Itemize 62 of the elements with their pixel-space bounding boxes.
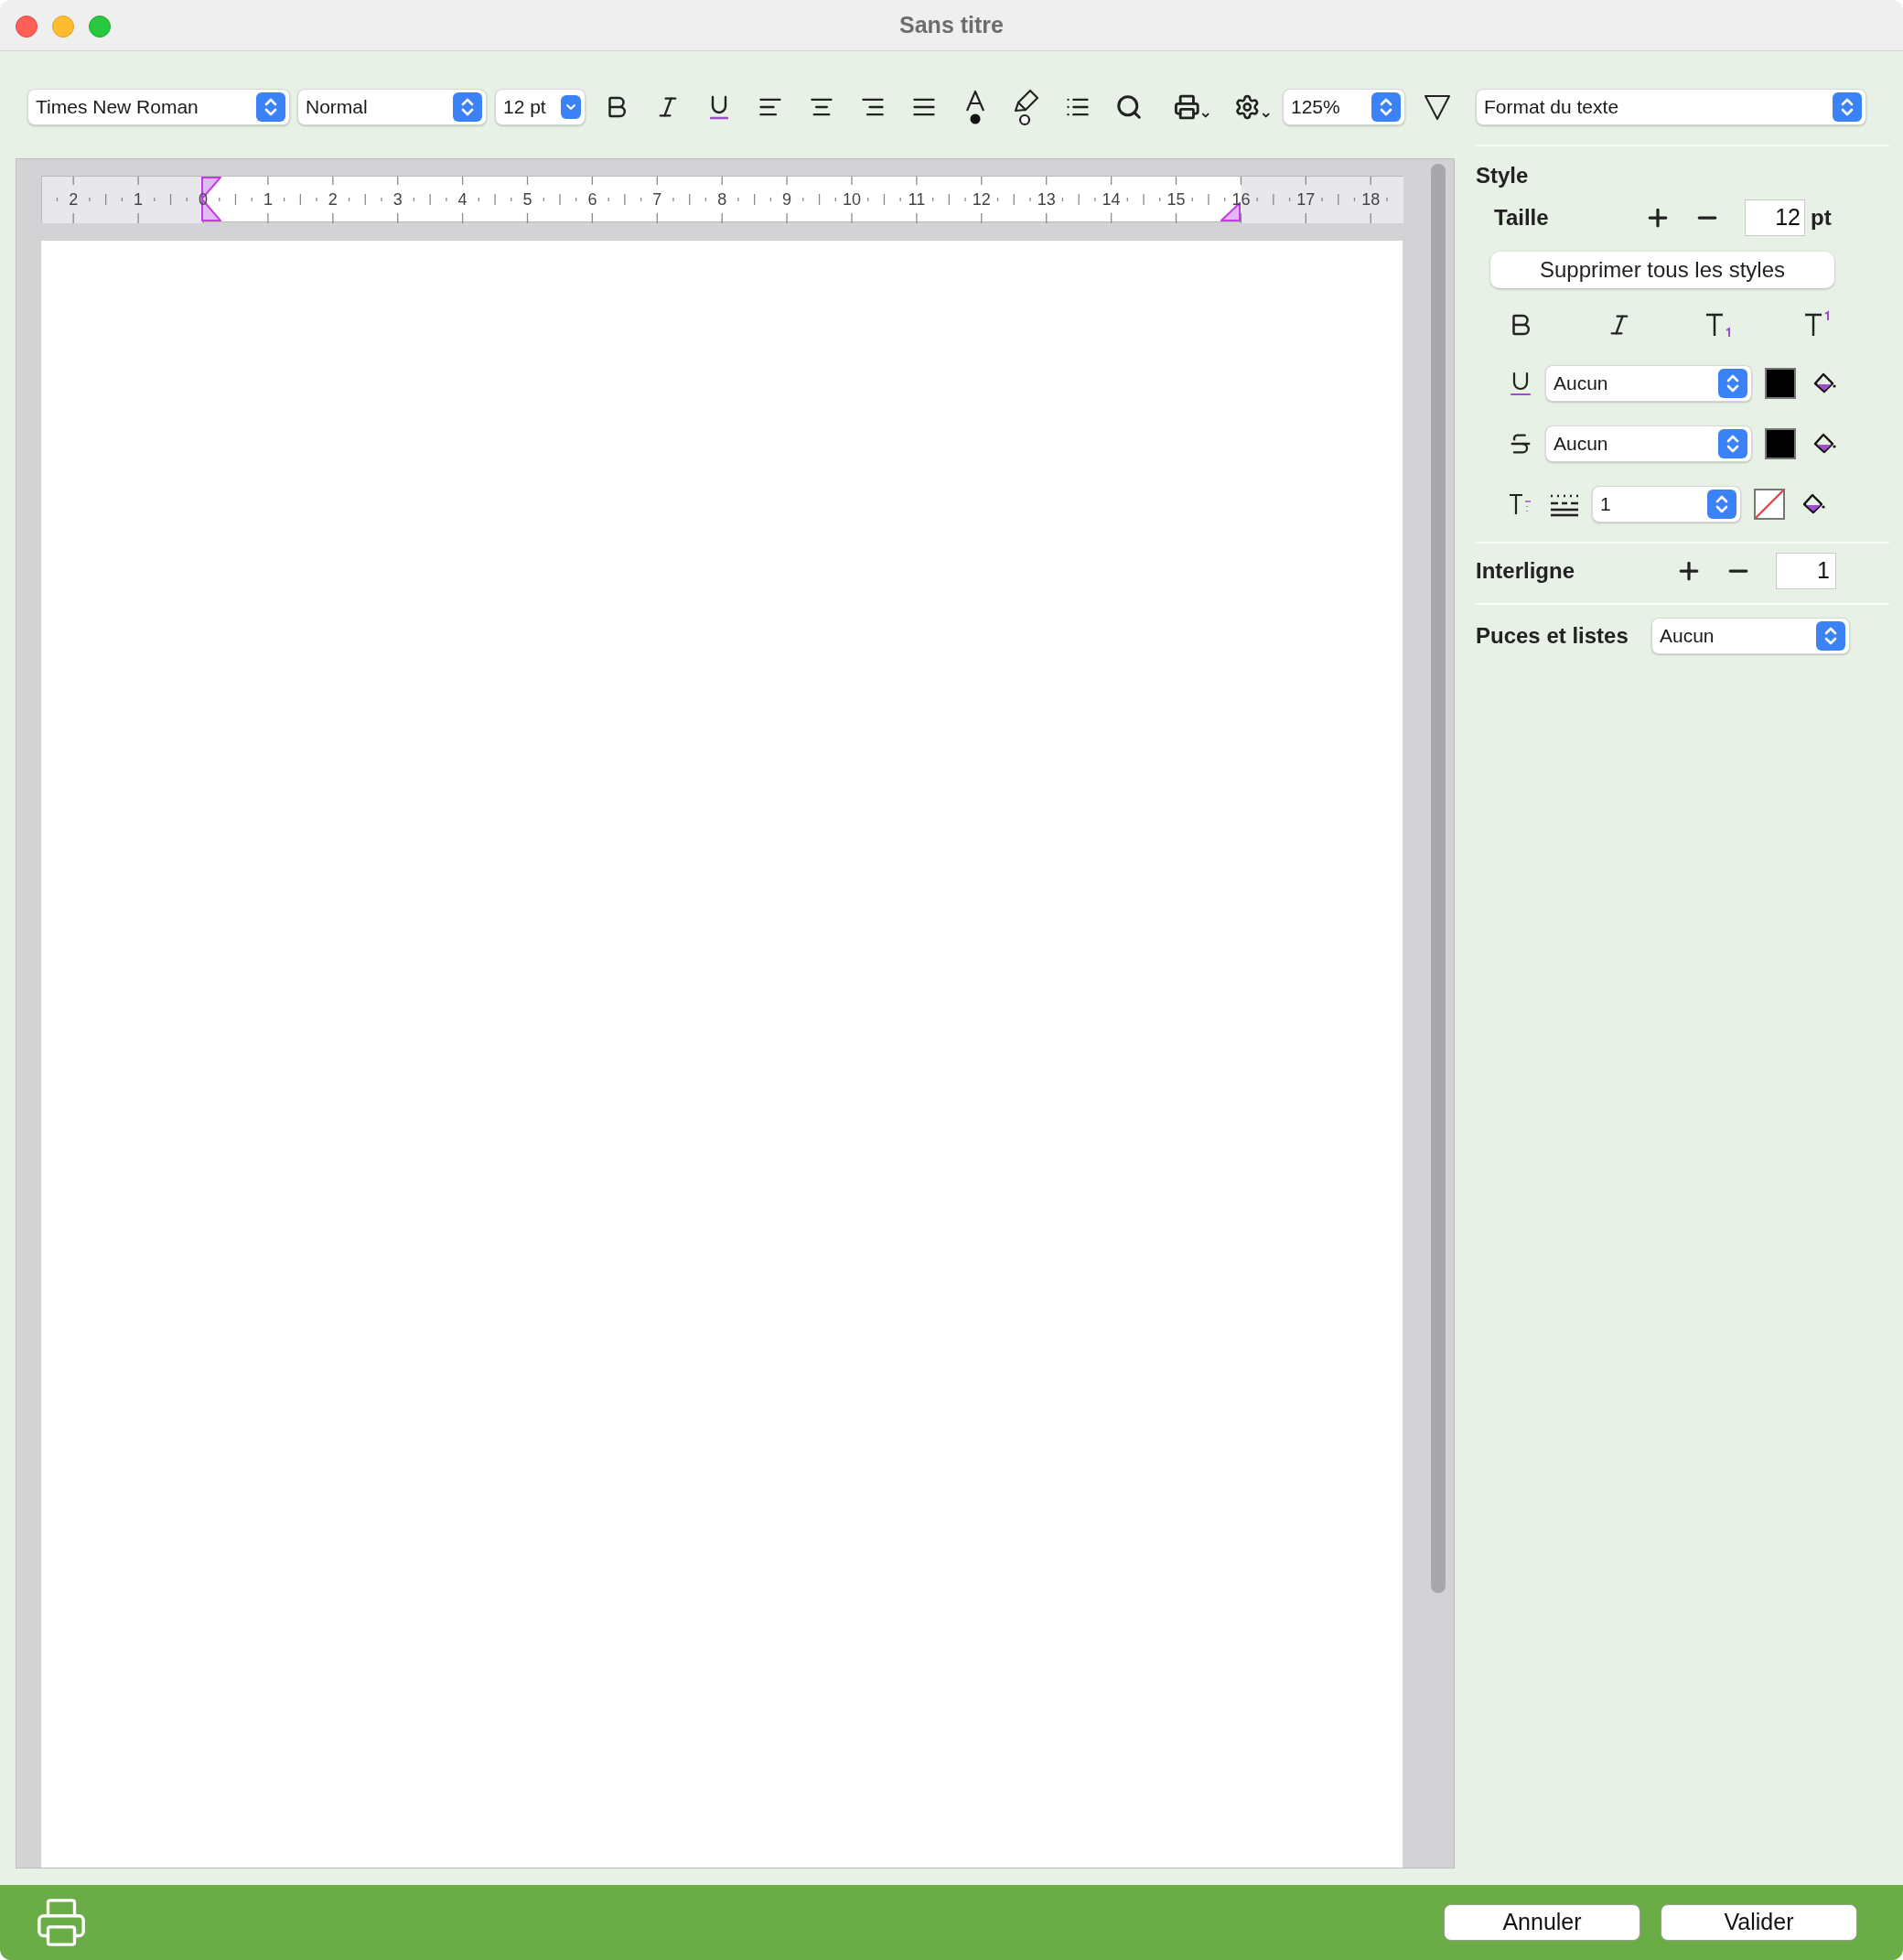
dialog-button[interactable]: Valider (1661, 1904, 1857, 1941)
dialog-button[interactable]: Annuler (1444, 1904, 1640, 1941)
ruler-number: 14 (1102, 189, 1121, 210)
unit-label: pt (1811, 204, 1832, 232)
color-swatch[interactable] (1754, 489, 1785, 520)
paint-bucket-icon[interactable] (1812, 372, 1836, 395)
ruler-number: 10 (843, 189, 861, 210)
highlighter-icon[interactable] (1013, 88, 1040, 126)
chevron-icon (1816, 621, 1845, 651)
ruler-number: 4 (457, 189, 468, 210)
close-button[interactable] (16, 16, 38, 38)
window-title: Sans titre (899, 10, 1004, 39)
size-label: Taille (1494, 204, 1550, 232)
bullets-select[interactable]: Aucun (1651, 618, 1850, 654)
ruler-number: 9 (782, 189, 792, 210)
ruler-number: 11 (908, 189, 926, 210)
chevron-icon (1371, 92, 1401, 122)
clear-styles-button[interactable]: Supprimer tous les styles (1490, 252, 1834, 288)
ruler-number: 1 (134, 189, 144, 210)
scrollbar[interactable] (1431, 164, 1446, 1593)
zoom-select[interactable]: 125% (1283, 89, 1405, 125)
chevron-icon (1707, 490, 1736, 519)
ruler-number: 2 (69, 189, 79, 210)
line-spacing-field[interactable]: 1 (1776, 553, 1836, 589)
strikethrough-select[interactable]: Aucun (1545, 425, 1752, 462)
chevron-icon (1833, 92, 1862, 122)
color-swatch[interactable] (1765, 368, 1796, 399)
print-icon[interactable] (1174, 93, 1210, 121)
size-select[interactable]: 12 pt (495, 89, 586, 125)
outline-width-select[interactable]: 1 (1592, 486, 1741, 522)
ruler-number: 1 (263, 189, 273, 210)
chevron-icon (1718, 369, 1747, 398)
ruler-number: 7 (652, 189, 662, 210)
chevron-icon (1718, 429, 1747, 458)
size-field[interactable]: 12 (1745, 199, 1805, 236)
color-swatch[interactable] (1765, 428, 1796, 459)
chevron-icon (453, 92, 482, 122)
ruler-number: 18 (1361, 189, 1381, 210)
section-heading: Style (1476, 162, 1529, 189)
ruler-number: 13 (1037, 189, 1056, 210)
settings-icon[interactable] (1234, 93, 1271, 121)
underline-select[interactable]: Aucun (1545, 365, 1752, 402)
ruler-number: 17 (1296, 189, 1316, 210)
ruler-number: 12 (972, 189, 991, 210)
search-icon[interactable] (1115, 93, 1143, 121)
bullets-label: Puces et listes (1476, 622, 1629, 650)
line-spacing-label: Interligne (1476, 557, 1575, 585)
filter-icon[interactable] (1424, 93, 1451, 121)
ruler-number: 6 (587, 189, 597, 210)
ruler-number: 3 (392, 189, 403, 210)
ruler-number: 15 (1167, 189, 1186, 210)
format-select[interactable]: Format du texte (1476, 89, 1866, 125)
ruler-number: 5 (522, 189, 532, 210)
chevron-icon (256, 92, 285, 122)
ruler-number: 2 (328, 189, 338, 210)
ruler-number: 8 (717, 189, 727, 210)
style-select[interactable]: Normal (297, 89, 487, 125)
paint-bucket-icon[interactable] (1801, 492, 1825, 516)
chevron-icon (561, 95, 581, 119)
font-select[interactable]: Times New Roman (27, 89, 290, 125)
paint-bucket-icon[interactable] (1812, 432, 1836, 456)
ruler-number: 16 (1231, 189, 1251, 210)
